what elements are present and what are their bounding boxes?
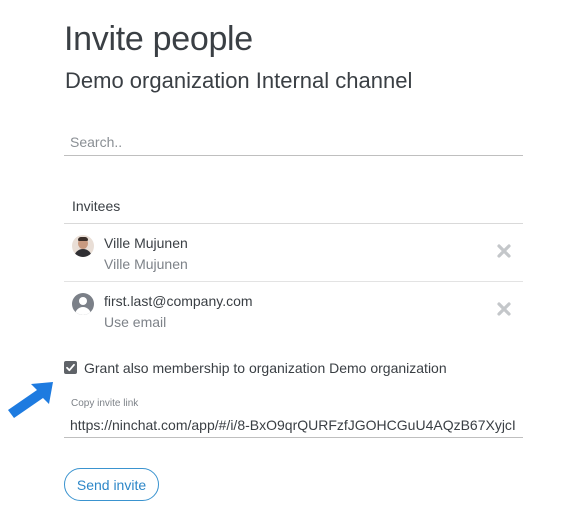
- send-invite-button[interactable]: Send invite: [64, 468, 159, 501]
- grant-membership-checkbox[interactable]: [64, 361, 77, 374]
- invitee-name: Ville Mujunen: [104, 235, 188, 251]
- checkmark-icon: [66, 363, 75, 372]
- invite-link-label: Copy invite link: [71, 398, 139, 409]
- page-subtitle: Demo organization Internal channel: [65, 68, 413, 93]
- invitees-header-label: Invitees: [72, 198, 121, 214]
- invitees-header: Invitees: [64, 190, 523, 224]
- generic-user-icon: [72, 293, 94, 315]
- invitee-detail: Ville Mujunen: [104, 256, 188, 272]
- page-title: Invite people: [64, 20, 253, 58]
- remove-invitee-icon[interactable]: [497, 244, 511, 258]
- invitee-detail: Use email: [104, 314, 167, 330]
- remove-invitee-icon[interactable]: [497, 302, 511, 316]
- invite-link-field[interactable]: [64, 412, 523, 438]
- invitee-row: first.last@company.com Use email: [64, 282, 523, 340]
- invitee-row: Ville Mujunen Ville Mujunen: [64, 224, 523, 282]
- grant-membership-label: Grant also membership to organization De…: [84, 360, 447, 376]
- user-photo-avatar: [72, 235, 94, 257]
- search-input[interactable]: [64, 128, 523, 156]
- invitee-name: first.last@company.com: [104, 293, 253, 309]
- pointer-arrow-icon: [8, 382, 53, 418]
